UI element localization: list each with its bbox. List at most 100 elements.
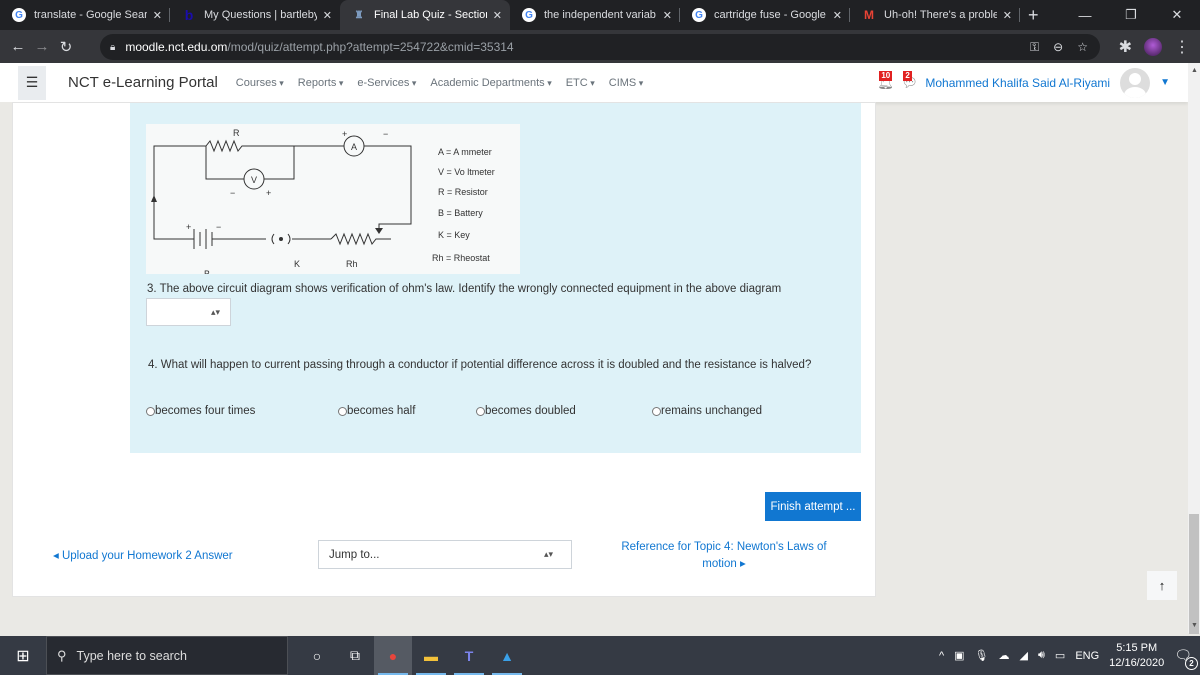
windows-start-icon[interactable]: ⊞: [0, 646, 46, 666]
clock[interactable]: 5:15 PM 12/16/2020: [1109, 641, 1164, 671]
action-center-icon[interactable]: 🗨︎ 2: [1174, 647, 1198, 670]
tab-cartridge-fuse[interactable]: G cartridge fuse - Google ✕: [680, 0, 850, 30]
close-tab-icon[interactable]: ✕: [663, 9, 672, 22]
svg-text:+: +: [342, 129, 347, 139]
messages-badge: 2: [903, 70, 912, 81]
wire: [258, 145, 295, 180]
arrow-left-icon: ◂: [53, 550, 62, 562]
wifi-icon[interactable]: ◢: [1020, 649, 1028, 662]
show-hidden-icons-chevron-up-icon[interactable]: ^: [939, 650, 944, 662]
menu-e-services[interactable]: e-Services: [357, 77, 416, 89]
zoom-out-icon[interactable]: ⊖: [1053, 40, 1063, 55]
forward-icon[interactable]: →: [30, 38, 54, 55]
label-v: V: [251, 175, 257, 185]
menu-reports[interactable]: Reports: [298, 77, 344, 89]
q4-option-half[interactable]: becomes half: [338, 405, 415, 417]
q4-option-doubled[interactable]: becomes doubled: [476, 405, 576, 417]
user-avatar[interactable]: [1120, 67, 1151, 98]
microphone-icon[interactable]: 🎙︎: [975, 649, 989, 662]
user-menu-chevron-down-icon[interactable]: ▼: [1160, 77, 1170, 88]
menu-academic-departments[interactable]: Academic Departments: [430, 77, 551, 89]
legend-resistor: R = Resistor: [438, 187, 488, 197]
jump-to-select[interactable]: Jump to... ▴▾: [318, 540, 572, 569]
address-bar[interactable]: 🔒︎ moodle.nct.edu.om /mod/quiz/attempt.p…: [100, 34, 1100, 60]
radio-button[interactable]: [476, 406, 485, 416]
extensions-icon[interactable]: ✱: [1119, 37, 1132, 57]
tab-bartleby[interactable]: b My Questions | bartleby ✕: [170, 0, 340, 30]
notifications-bell-icon[interactable]: 🔔︎ 10: [877, 70, 894, 91]
minimize-icon[interactable]: —: [1062, 0, 1108, 30]
close-tab-icon[interactable]: ✕: [153, 9, 162, 22]
restore-icon[interactable]: ❐: [1108, 0, 1154, 30]
user-name[interactable]: Mohammed Khalifa Said Al-Riyami: [925, 76, 1110, 90]
previous-activity-link[interactable]: ◂ Upload your Homework 2 Answer: [53, 548, 233, 562]
menu-courses[interactable]: Courses: [236, 77, 284, 89]
select-arrows-icon: ▴▾: [543, 549, 553, 559]
volume-icon[interactable]: 🔊︎: [1038, 649, 1045, 662]
google-icon: G: [692, 8, 706, 22]
tab-translate[interactable]: G translate - Google Sear ✕: [0, 0, 170, 30]
close-tab-icon[interactable]: ✕: [493, 9, 502, 22]
question-4-text: 4. What will happen to current passing t…: [148, 359, 812, 371]
close-tab-icon[interactable]: ✕: [833, 9, 842, 22]
q4-option-unchanged[interactable]: remains unchanged: [652, 405, 762, 417]
tab-final-lab-quiz[interactable]: ♜ Final Lab Quiz - Section ✕: [340, 0, 510, 30]
svg-text:+: +: [266, 188, 271, 198]
search-icon: ⚲: [57, 647, 67, 663]
system-tray: ^ ▣ 🎙︎ ☁ ◢ 🔊︎ ▭ ENG 5:15 PM 12/16/2020 🗨…: [939, 636, 1200, 675]
hamburger-menu-icon[interactable]: ☰: [18, 65, 46, 100]
reload-icon[interactable]: ↻: [54, 38, 78, 56]
new-tab-button[interactable]: +: [1028, 5, 1039, 26]
back-icon[interactable]: ←: [6, 38, 30, 55]
moodle-icon: ♜: [354, 9, 364, 21]
close-tab-icon[interactable]: ✕: [1003, 9, 1012, 22]
taskbar-search-box[interactable]: ⚲ Type here to search: [46, 636, 288, 675]
photos-icon[interactable]: ▲: [488, 636, 526, 675]
tab-title: Final Lab Quiz - Section: [374, 9, 487, 21]
back-to-top-button[interactable]: ↑: [1147, 571, 1177, 600]
close-window-icon[interactable]: ✕: [1154, 0, 1200, 30]
legend-rheostat: Rh = Rheostat: [432, 253, 490, 263]
legend-voltmeter: V = Vo ltmeter: [438, 167, 495, 177]
scroll-up-icon[interactable]: ▲: [1191, 67, 1198, 74]
task-view-icon[interactable]: ⧉: [336, 636, 374, 675]
meet-now-icon[interactable]: ▣: [954, 649, 964, 662]
clock-time: 5:15 PM: [1116, 641, 1158, 654]
legend-key: K = Key: [438, 230, 470, 240]
menu-kebab-icon[interactable]: ⋮: [1174, 37, 1190, 57]
input-language[interactable]: ENG: [1075, 650, 1099, 662]
menu-cims[interactable]: CIMS: [609, 77, 644, 89]
scrollbar-thumb[interactable]: [1189, 514, 1199, 634]
radio-button[interactable]: [652, 406, 661, 416]
quiz-card: R A V K Rh B + − − + + − A = A mmeter V = V…: [12, 102, 876, 597]
battery-b: [193, 229, 213, 249]
tab-gmail[interactable]: M Uh-oh! There's a proble ✕: [850, 0, 1020, 30]
tab-independent-variable[interactable]: G the independent variab ✕: [510, 0, 680, 30]
site-brand[interactable]: NCT e-Learning Portal: [68, 74, 218, 91]
google-icon: G: [522, 8, 536, 22]
file-explorer-icon[interactable]: ▬: [412, 636, 450, 675]
radio-button[interactable]: [338, 406, 347, 416]
teams-icon[interactable]: T: [450, 636, 488, 675]
battery-icon[interactable]: ▭: [1055, 649, 1065, 662]
key-icon[interactable]: ⚿: [1030, 40, 1039, 55]
close-tab-icon[interactable]: ✕: [323, 9, 332, 22]
scroll-down-icon[interactable]: ▼: [1191, 622, 1198, 629]
bookmark-star-icon[interactable]: ☆: [1077, 40, 1088, 55]
next-activity-link[interactable]: Reference for Topic 4: Newton's Laws of …: [609, 539, 839, 573]
q4-option-four-times[interactable]: becomes four times: [146, 405, 255, 417]
question-3-answer-select[interactable]: ▴▾: [146, 298, 231, 326]
cortana-icon[interactable]: ○: [298, 636, 336, 675]
question-box: R A V K Rh B + − − + + − A = A mmeter V = V…: [130, 103, 861, 453]
tab-title: Uh-oh! There's a proble: [884, 9, 997, 21]
arrow-down-icon: [375, 228, 383, 234]
profile-avatar[interactable]: [1144, 37, 1162, 56]
page-scrollbar[interactable]: ▲ ▼: [1188, 63, 1200, 634]
onedrive-cloud-icon[interactable]: ☁: [999, 649, 1010, 662]
radio-button[interactable]: [146, 406, 155, 416]
menu-etc[interactable]: ETC: [566, 77, 595, 89]
chrome-taskbar-icon[interactable]: ●: [374, 636, 412, 675]
browser-toolbar: ← → ↻ 🔒︎ moodle.nct.edu.om /mod/quiz/att…: [0, 30, 1200, 63]
messages-icon[interactable]: 💬︎ 2: [901, 70, 918, 91]
finish-attempt-button[interactable]: Finish attempt ...: [765, 492, 861, 521]
